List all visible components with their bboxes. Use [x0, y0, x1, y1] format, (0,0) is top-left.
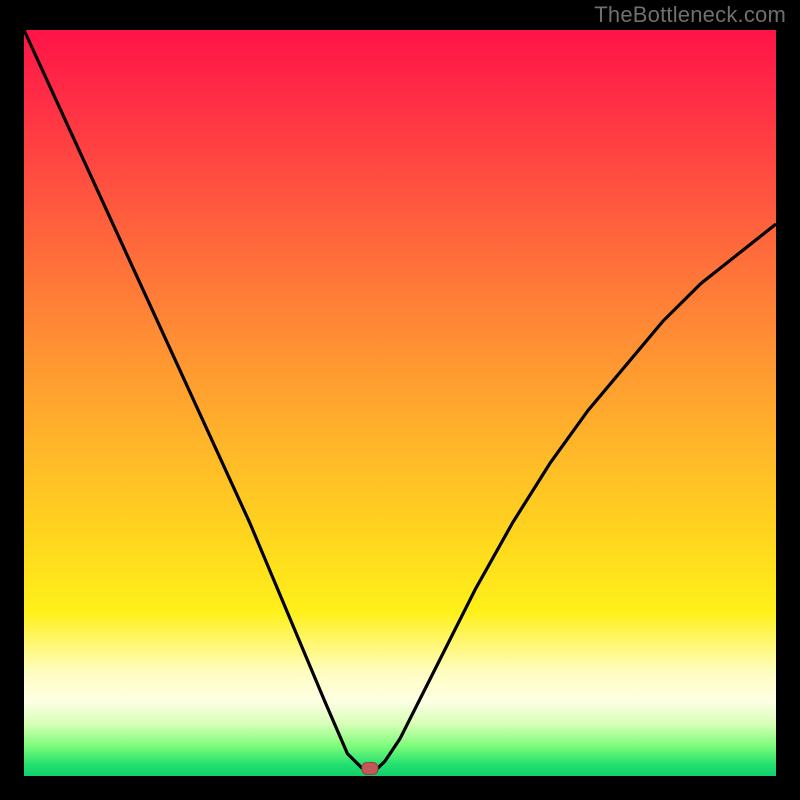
chart-frame: TheBottleneck.com	[0, 0, 800, 800]
plot-area	[24, 30, 776, 776]
bottleneck-curve-path	[24, 30, 776, 769]
minimum-marker	[362, 763, 378, 775]
curve-svg	[24, 30, 776, 776]
watermark-text: TheBottleneck.com	[594, 2, 786, 28]
